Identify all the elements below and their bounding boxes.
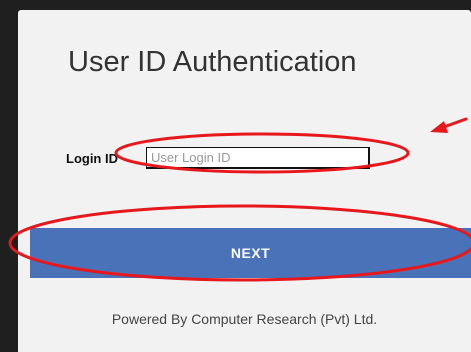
next-button[interactable]: NEXT <box>30 228 471 278</box>
login-id-input[interactable] <box>146 147 370 169</box>
login-id-label: Login ID <box>66 151 118 166</box>
login-page: User ID Authentication Login ID NEXT Pow… <box>0 0 471 352</box>
login-card: User ID Authentication Login ID NEXT Pow… <box>18 10 471 352</box>
page-title: User ID Authentication <box>68 46 357 78</box>
powered-by-footer: Powered By Computer Research (Pvt) Ltd. <box>111 311 378 327</box>
